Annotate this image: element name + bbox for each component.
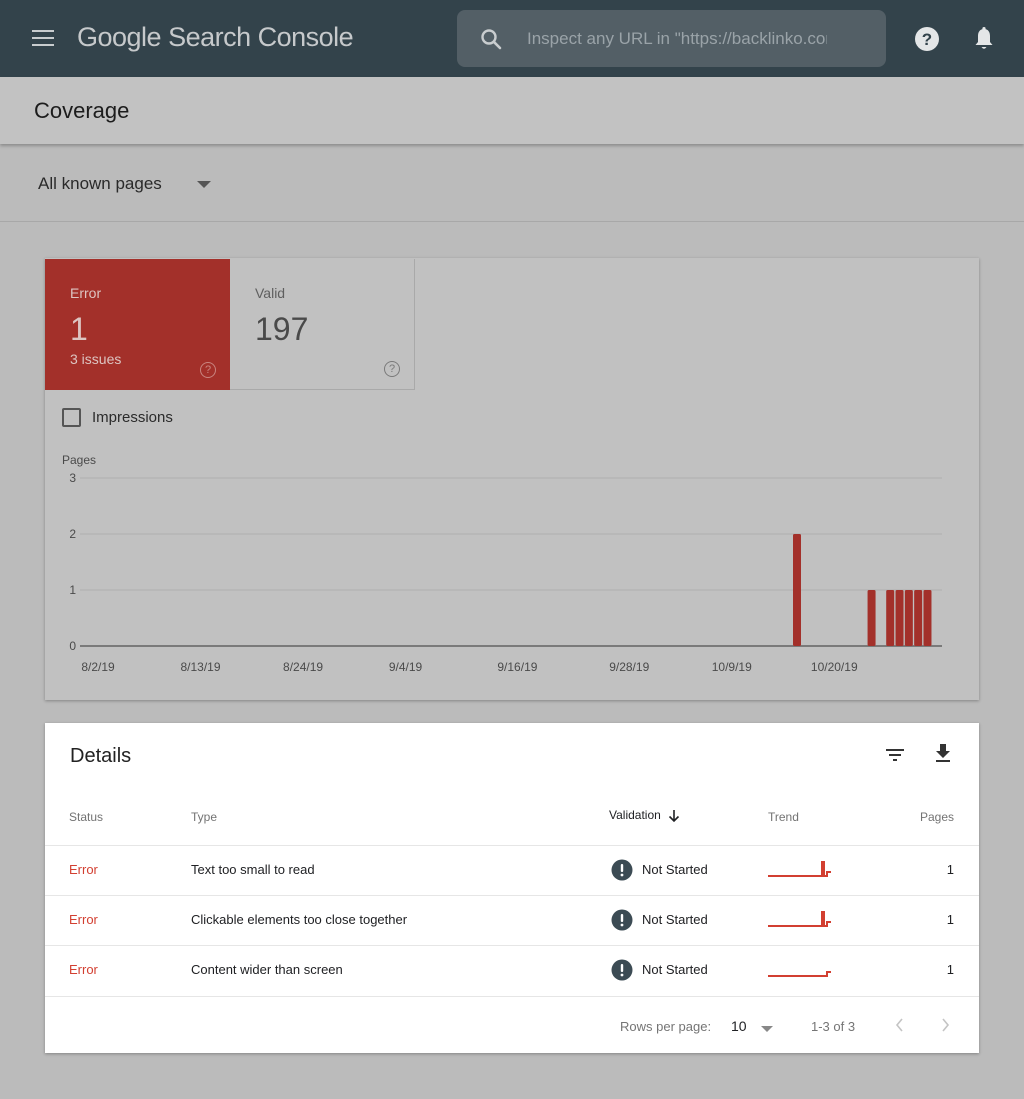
y-axis-label: Pages bbox=[62, 453, 96, 467]
chevron-left-icon[interactable] bbox=[893, 1016, 907, 1034]
bar bbox=[914, 590, 923, 646]
validation-cell: Not Started bbox=[642, 862, 708, 877]
type-cell: Content wider than screen bbox=[191, 962, 343, 977]
y-tick-label: 1 bbox=[69, 583, 76, 597]
alert-circle-icon bbox=[611, 859, 633, 881]
chevron-right-icon[interactable] bbox=[938, 1016, 952, 1034]
app-logo[interactable]: Google Search Console bbox=[77, 22, 354, 53]
status-cell: Error bbox=[69, 962, 98, 977]
rows-per-page-select[interactable]: 10 bbox=[731, 1018, 747, 1034]
type-cell: Text too small to read bbox=[191, 862, 315, 877]
pages-cell: 1 bbox=[946, 912, 954, 927]
validation-cell: Not Started bbox=[642, 962, 708, 977]
type-cell: Clickable elements too close together bbox=[191, 912, 408, 927]
pagination-range: 1-3 of 3 bbox=[811, 1019, 856, 1034]
column-header-validation[interactable]: Validation bbox=[609, 808, 681, 823]
pages-cell: 1 bbox=[946, 962, 954, 977]
x-tick-label: 9/16/19 bbox=[497, 660, 537, 674]
chevron-down-icon[interactable] bbox=[761, 1026, 773, 1032]
top-app-bar: Google Search Console ? bbox=[0, 0, 1024, 77]
page-header: Coverage bbox=[0, 77, 1024, 144]
status-cell: Error bbox=[69, 862, 98, 877]
help-icon[interactable]: ? bbox=[914, 26, 940, 52]
bar bbox=[867, 590, 876, 646]
url-inspect-input[interactable] bbox=[527, 10, 827, 67]
y-tick-label: 3 bbox=[69, 471, 76, 485]
column-header-trend: Trend bbox=[768, 810, 799, 824]
page-filter-row: All known pages bbox=[0, 146, 1024, 222]
x-tick-label: 10/20/19 bbox=[811, 660, 858, 674]
bar bbox=[895, 590, 904, 646]
column-header-pages[interactable]: Pages bbox=[920, 810, 954, 824]
alert-circle-icon bbox=[611, 959, 633, 981]
hamburger-icon[interactable] bbox=[32, 30, 54, 48]
pages-filter-dropdown[interactable]: All known pages bbox=[38, 174, 162, 194]
table-divider bbox=[45, 996, 979, 997]
svg-text:?: ? bbox=[922, 30, 932, 49]
column-header-type[interactable]: Type bbox=[191, 810, 217, 824]
filter-icon[interactable] bbox=[883, 743, 907, 767]
page-title: Coverage bbox=[34, 98, 130, 123]
x-tick-label: 9/28/19 bbox=[609, 660, 649, 674]
x-tick-label: 9/4/19 bbox=[389, 660, 423, 674]
bell-icon[interactable] bbox=[972, 26, 996, 52]
arrow-down-icon[interactable] bbox=[667, 809, 681, 823]
trend-sparkline bbox=[768, 971, 831, 977]
x-tick-label: 8/2/19 bbox=[81, 660, 115, 674]
x-tick-label: 10/9/19 bbox=[712, 660, 752, 674]
table-row[interactable]: Error Text too small to read Not Started… bbox=[45, 845, 979, 895]
validation-cell: Not Started bbox=[642, 912, 708, 927]
details-card: Details Status Type Validation Trend Pag… bbox=[45, 723, 979, 1053]
coverage-chart-card: Error 1 3 issues ? Valid 197 ? Impressio… bbox=[45, 258, 979, 700]
bar bbox=[886, 590, 895, 646]
pages-cell: 1 bbox=[946, 862, 954, 877]
url-inspect-search[interactable] bbox=[457, 10, 886, 67]
bar bbox=[793, 534, 801, 646]
details-title: Details bbox=[70, 745, 132, 767]
y-tick-label: 0 bbox=[69, 639, 76, 653]
table-row[interactable]: Error Clickable elements too close toget… bbox=[45, 895, 979, 945]
column-header-status[interactable]: Status bbox=[69, 810, 103, 824]
status-cell: Error bbox=[69, 912, 98, 927]
chevron-down-icon[interactable] bbox=[197, 181, 211, 188]
alert-circle-icon bbox=[611, 909, 633, 931]
bar bbox=[904, 590, 913, 646]
y-tick-label: 2 bbox=[69, 527, 76, 541]
download-icon[interactable] bbox=[931, 741, 955, 765]
bar bbox=[923, 590, 932, 646]
column-header-validation-label: Validation bbox=[609, 808, 661, 822]
trend-sparkline bbox=[768, 861, 831, 877]
x-tick-label: 8/13/19 bbox=[180, 660, 220, 674]
table-row[interactable]: Error Content wider than screen Not Star… bbox=[45, 945, 979, 995]
trend-sparkline bbox=[768, 911, 831, 927]
rows-per-page-label: Rows per page: bbox=[620, 1019, 712, 1034]
search-icon[interactable] bbox=[479, 27, 503, 51]
coverage-bar-chart: Pages 0 1 2 3 8/2/19 8/13/19 8/24/19 9/4/19 9/16/… bbox=[62, 453, 942, 674]
x-tick-label: 8/24/19 bbox=[283, 660, 323, 674]
